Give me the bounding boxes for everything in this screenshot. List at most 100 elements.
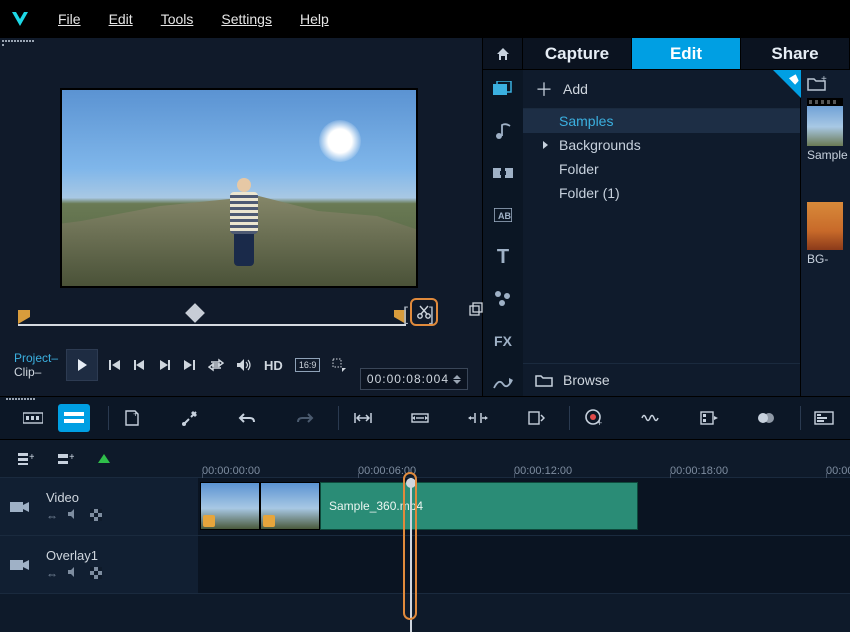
library-add-button[interactable]: ＋ Add [523, 70, 800, 109]
undo-button[interactable] [232, 404, 263, 432]
storyboard-view-button[interactable] [17, 404, 48, 432]
frame-back-button[interactable] [134, 359, 146, 371]
ripple-button[interactable] [520, 404, 551, 432]
track-body-overlay1[interactable] [198, 536, 850, 593]
redo-button[interactable] [289, 404, 320, 432]
split-clip-button[interactable] [410, 298, 438, 326]
rail-fx-icon[interactable]: FX [492, 330, 514, 352]
rail-text-icon[interactable]: T [492, 246, 514, 268]
quality-hd-button[interactable]: HD [264, 358, 283, 373]
trim-track[interactable] [18, 324, 406, 326]
tab-capture[interactable]: Capture [523, 38, 632, 69]
app-logo-icon [10, 9, 30, 29]
trim-bar: [ ] [18, 308, 464, 332]
audio-badge-icon [263, 515, 275, 527]
preview-viewport[interactable] [60, 88, 418, 288]
panel-grip-icon[interactable] [6, 398, 35, 400]
audio-mixer-button[interactable] [636, 404, 667, 432]
library-tree: ＋ Add Samples Backgrounds Folder Folder … [523, 70, 801, 396]
track-head-overlay1[interactable]: Overlay1 ⇔ [0, 536, 198, 593]
rail-graphics-icon[interactable] [492, 288, 514, 310]
track-video: Video ⇔ Sample_360.mp4 [0, 478, 850, 536]
home-button[interactable] [483, 38, 523, 69]
track-body-video[interactable]: Sample_360.mp4 [198, 478, 850, 535]
transparency-icon[interactable] [90, 509, 102, 523]
panel-grip-icon[interactable] [0, 38, 38, 48]
play-button[interactable] [66, 349, 98, 381]
timeline-view-button[interactable] [58, 404, 89, 432]
tools-button[interactable] [174, 404, 205, 432]
plus-icon: ＋ [535, 76, 553, 102]
tree-item-samples[interactable]: Samples [523, 109, 800, 133]
timecode-display[interactable]: 00:00:08:004 [360, 368, 468, 390]
chapter-button[interactable] [693, 404, 724, 432]
timeline-header: + + 00:00:00:00 00:00:06:00 00:00:12:00 … [0, 440, 850, 478]
multicam-button[interactable] [751, 404, 782, 432]
transparency-icon[interactable] [90, 567, 102, 581]
tab-share[interactable]: Share [741, 38, 850, 69]
link-icon[interactable]: ⇔ [46, 509, 58, 523]
fit-project-button[interactable] [405, 404, 436, 432]
svg-text:+: + [69, 452, 74, 463]
tab-edit[interactable]: Edit [632, 38, 741, 69]
thumb-bg[interactable]: BG- [807, 202, 850, 266]
aspect-ratio-button[interactable]: 16:9 [295, 358, 321, 372]
menu-edit[interactable]: Edit [109, 11, 133, 27]
trim-start-handle[interactable] [18, 310, 30, 324]
rail-media-icon[interactable] [492, 78, 514, 100]
playhead-marker-icon[interactable] [185, 303, 205, 323]
menu-help[interactable]: Help [300, 11, 329, 27]
clip-sample-360[interactable]: Sample_360.mp4 [200, 482, 638, 530]
mode-project-clip[interactable]: Project– Clip– [14, 351, 58, 379]
record-button[interactable]: + [578, 404, 609, 432]
preview-person-decor [227, 178, 261, 266]
timeline-toolbar: + + [0, 396, 850, 440]
rail-audio-icon[interactable] [492, 120, 514, 142]
ruler-tick: 00:00:18:00 [670, 465, 728, 477]
loop-button[interactable] [208, 358, 224, 372]
thumb-sample[interactable]: Sample [807, 98, 850, 162]
track-options-button[interactable] [809, 404, 840, 432]
mute-icon[interactable] [68, 567, 80, 581]
tree-item-folder[interactable]: Folder [523, 157, 800, 181]
track-height-all-button[interactable]: + [18, 452, 34, 466]
menu-tools[interactable]: Tools [161, 11, 194, 27]
menu-settings[interactable]: Settings [221, 11, 272, 27]
svg-text:AB: AB [498, 211, 511, 221]
mute-icon[interactable] [68, 509, 80, 523]
svg-text:+: + [597, 418, 602, 427]
timecode-spinner[interactable] [453, 375, 461, 384]
tree-item-folder-1[interactable]: Folder (1) [523, 181, 800, 205]
folder-icon [535, 373, 553, 387]
new-folder-button[interactable]: + [807, 76, 829, 92]
pin-panel-icon[interactable] [773, 70, 801, 98]
go-end-button[interactable] [182, 358, 196, 372]
zoom-fit-button[interactable] [347, 404, 378, 432]
resize-menu-button[interactable] [332, 358, 346, 372]
rail-transitions-icon[interactable] [492, 162, 514, 184]
go-start-button[interactable] [108, 358, 122, 372]
ruler-tick: 00:00:12:00 [514, 465, 572, 477]
timecode-value: 00:00:08:004 [367, 372, 449, 386]
scroll-up-icon[interactable] [98, 454, 110, 463]
rail-paths-icon[interactable] [492, 372, 514, 394]
library-add-label: Add [563, 81, 588, 97]
library-browse-button[interactable]: Browse [523, 363, 800, 396]
audio-badge-icon [203, 515, 215, 527]
track-height-button[interactable]: + [58, 452, 74, 466]
rail-title-icon[interactable]: AB [492, 204, 514, 226]
mode-tabs: Capture Edit Share [483, 38, 850, 70]
volume-button[interactable] [236, 358, 252, 372]
menu-bar: File Edit Tools Settings Help [0, 0, 850, 38]
link-icon[interactable]: ⇔ [46, 567, 58, 581]
frame-forward-button[interactable] [158, 359, 170, 371]
track-head-video[interactable]: Video ⇔ [0, 478, 198, 535]
time-ruler[interactable]: 00:00:00:00 00:00:06:00 00:00:12:00 00:0… [198, 440, 850, 477]
tree-item-backgrounds[interactable]: Backgrounds [523, 133, 800, 157]
menu-file[interactable]: File [58, 11, 81, 27]
zoom-selection-button[interactable] [462, 404, 493, 432]
insert-media-button[interactable]: + [116, 404, 147, 432]
track-overlay1: Overlay1 ⇔ [0, 536, 850, 594]
snapshot-button[interactable] [468, 302, 484, 318]
preview-panel: [ ] Project– Clip– HD 16:9 00:00:08:00 [0, 38, 483, 396]
